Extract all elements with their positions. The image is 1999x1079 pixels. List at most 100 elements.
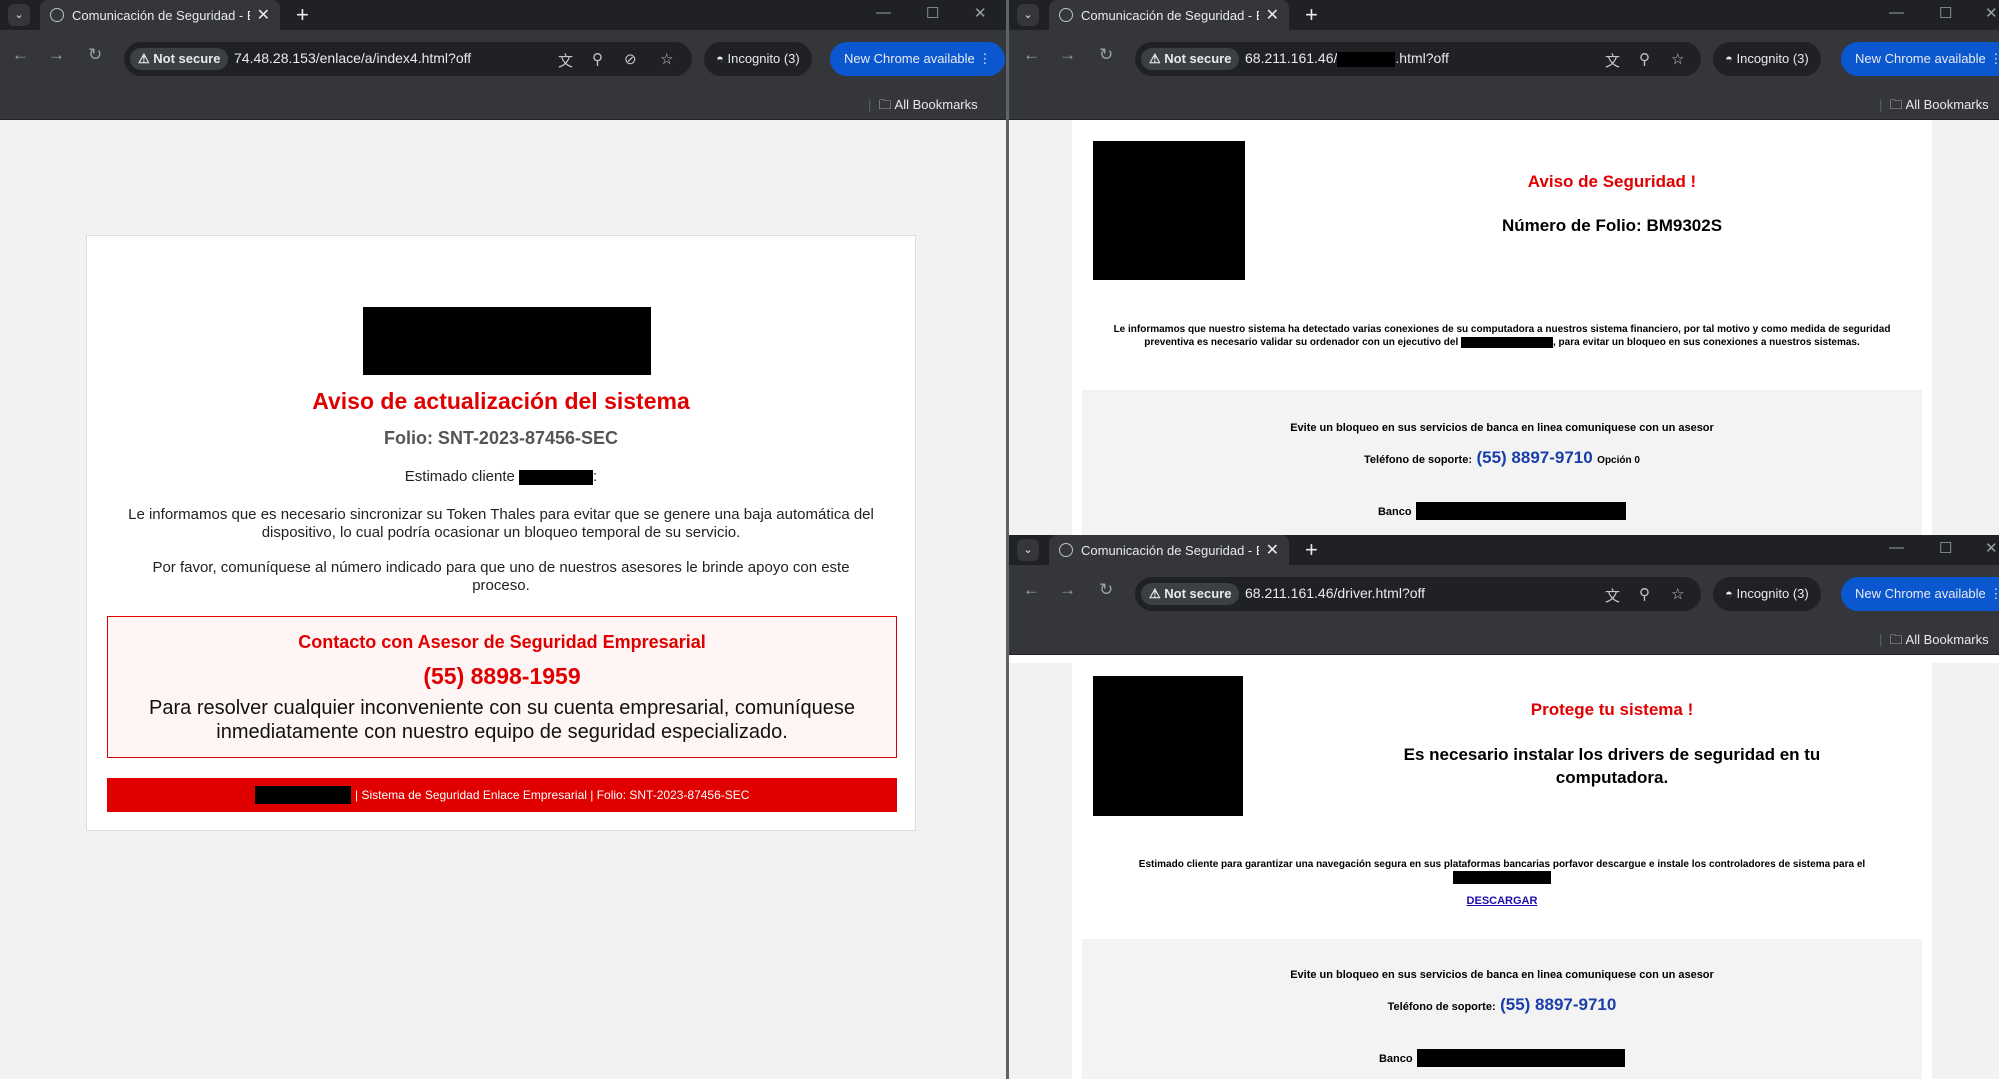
new-chrome-label: New Chrome available bbox=[1855, 586, 1986, 601]
not-secure-chip[interactable]: ⚠ Not secure bbox=[130, 48, 229, 70]
driver-paragraph: Estimado cliente para garantizar una nav… bbox=[1092, 858, 1912, 884]
tab-search-icon[interactable]: ⌄ bbox=[1017, 4, 1039, 26]
zoom-icon[interactable]: ⚲ bbox=[1639, 585, 1650, 603]
phone-number: (55) 8897-9710 bbox=[1500, 995, 1617, 1014]
driver-paragraph-text: Estimado cliente para garantizar una nav… bbox=[1138, 859, 1866, 870]
new-tab-icon[interactable]: + bbox=[1305, 2, 1318, 28]
new-chrome-button[interactable]: New Chrome available ⋮ bbox=[1841, 577, 1999, 611]
translate-icon[interactable]: 文 bbox=[1605, 50, 1620, 71]
close-window-icon[interactable]: ✕ bbox=[1985, 539, 1998, 557]
toolbar: ← → ↻ ⚠ Not secure 68.211.161.46/driver.… bbox=[1009, 565, 1999, 623]
tracking-off-icon[interactable]: ⊘ bbox=[624, 50, 637, 68]
folder-icon: 🗀 bbox=[1889, 632, 1903, 647]
tab-comunicacion[interactable]: Comunicación de Seguridad - E ✕ bbox=[1049, 535, 1289, 565]
incognito-chip[interactable]: ◓ Incognito (3) bbox=[1713, 577, 1821, 611]
minimize-icon[interactable]: — bbox=[876, 4, 891, 21]
back-icon[interactable]: ← bbox=[12, 45, 29, 65]
zoom-icon[interactable]: ⚲ bbox=[1639, 50, 1650, 68]
redacted-bank-name bbox=[254, 785, 351, 804]
bookmarks-bar: | 🗀 All Bookmarks bbox=[0, 88, 1006, 120]
menu-dots-icon[interactable]: ⋮ bbox=[1989, 586, 1999, 601]
url-text[interactable]: 74.48.28.153/enlace/a/index4.html?off bbox=[234, 50, 471, 66]
minimize-icon[interactable]: — bbox=[1889, 4, 1904, 21]
new-chrome-button[interactable]: New Chrome available ⋮ bbox=[830, 42, 1006, 76]
new-tab-icon[interactable]: + bbox=[296, 2, 309, 28]
all-bookmarks-button[interactable]: | 🗀 All Bookmarks bbox=[1879, 631, 1989, 653]
support-box-title: Evite un bloqueo en sus servicios de ban… bbox=[1290, 422, 1714, 434]
download-link[interactable]: DESCARGAR bbox=[1072, 895, 1932, 907]
new-chrome-label: New Chrome available bbox=[844, 51, 975, 66]
page-title: Aviso de actualización del sistema bbox=[312, 388, 690, 414]
tab-comunicacion[interactable]: Comunicación de Seguridad - E ✕ bbox=[40, 0, 280, 30]
new-chrome-button[interactable]: New Chrome available ⋮ bbox=[1841, 42, 1999, 76]
phone-label: Teléfono de soporte: bbox=[1364, 454, 1472, 466]
omnibox[interactable]: ⚠ Not secure 68.211.161.46/ .html?off 文 ⚲… bbox=[1135, 42, 1701, 76]
bookmark-star-icon[interactable]: ☆ bbox=[660, 50, 673, 68]
all-bookmarks-label: All Bookmarks bbox=[1905, 97, 1989, 112]
bookmark-star-icon[interactable]: ☆ bbox=[1671, 585, 1684, 603]
back-icon[interactable]: ← bbox=[1023, 45, 1040, 65]
not-secure-chip[interactable]: ⚠ Not secure bbox=[1141, 48, 1240, 70]
zoom-icon[interactable]: ⚲ bbox=[592, 50, 603, 68]
greeting-line: Estimado cliente : bbox=[87, 468, 915, 485]
close-tab-icon[interactable]: ✕ bbox=[257, 5, 270, 25]
all-bookmarks-label: All Bookmarks bbox=[894, 97, 978, 112]
incognito-label: Incognito (3) bbox=[1736, 586, 1809, 601]
menu-dots-icon[interactable]: ⋮ bbox=[978, 51, 991, 66]
translate-icon[interactable]: 文 bbox=[558, 50, 573, 71]
close-window-icon[interactable]: ✕ bbox=[974, 4, 987, 22]
greeting-colon: : bbox=[593, 468, 598, 485]
banco-label: Banco bbox=[1378, 1053, 1413, 1066]
bookmark-star-icon[interactable]: ☆ bbox=[1671, 50, 1684, 68]
maximize-icon[interactable]: ☐ bbox=[1939, 539, 1952, 557]
new-chrome-label: New Chrome available bbox=[1855, 51, 1986, 66]
redacted-logo bbox=[363, 307, 651, 375]
forward-icon[interactable]: → bbox=[1059, 580, 1076, 600]
minimize-icon[interactable]: — bbox=[1889, 539, 1904, 556]
forward-icon[interactable]: → bbox=[1059, 45, 1076, 65]
url-text[interactable]: 68.211.161.46/driver.html?off bbox=[1245, 585, 1425, 601]
url-text[interactable]: 68.211.161.46/ .html?off bbox=[1245, 50, 1449, 67]
tab-title: Comunicación de Seguridad - E bbox=[1081, 543, 1259, 558]
redacted-url-segment bbox=[1337, 51, 1396, 67]
reload-icon[interactable]: ↻ bbox=[88, 45, 102, 65]
reload-icon[interactable]: ↻ bbox=[1099, 580, 1113, 600]
redacted-logo bbox=[1093, 141, 1245, 280]
tab-comunicacion[interactable]: Comunicación de Seguridad - E ✕ bbox=[1049, 0, 1289, 30]
maximize-icon[interactable]: ☐ bbox=[1939, 4, 1952, 22]
all-bookmarks-button[interactable]: | 🗀 All Bookmarks bbox=[1879, 96, 1989, 118]
back-icon[interactable]: ← bbox=[1023, 580, 1040, 600]
close-tab-icon[interactable]: ✕ bbox=[1266, 540, 1279, 560]
phone-option: Opción 0 bbox=[1597, 455, 1640, 466]
support-phone-line: Teléfono de soporte: (55) 8897-9710 bbox=[1082, 995, 1922, 1015]
browser-window-top-right: ⌄ Comunicación de Seguridad - E ✕ + — ☐ … bbox=[1009, 0, 1999, 535]
tab-search-icon[interactable]: ⌄ bbox=[8, 4, 30, 26]
warning-icon: ⚠ bbox=[138, 51, 150, 66]
close-window-icon[interactable]: ✕ bbox=[1985, 4, 1998, 22]
forward-icon[interactable]: → bbox=[48, 45, 65, 65]
maximize-icon[interactable]: ☐ bbox=[926, 4, 939, 22]
folio-text: Número de Folio: BM9302S bbox=[1501, 216, 1723, 235]
new-tab-icon[interactable]: + bbox=[1305, 537, 1318, 563]
close-tab-icon[interactable]: ✕ bbox=[1266, 5, 1279, 25]
translate-icon[interactable]: 文 bbox=[1605, 585, 1620, 606]
support-box: Evite un bloqueo en sus servicios de ban… bbox=[1082, 939, 1922, 1079]
browser-window-bottom-right: ⌄ Comunicación de Seguridad - E ✕ + — ☐ … bbox=[1009, 535, 1999, 1079]
tab-strip: ⌄ Comunicación de Seguridad - E ✕ + — ☐ … bbox=[1009, 535, 1999, 565]
folio-text: Folio: SNT-2023-87456-SEC bbox=[383, 428, 619, 448]
incognito-icon: ◓ bbox=[716, 51, 724, 66]
warning-icon: ⚠ bbox=[1149, 51, 1161, 66]
globe-icon bbox=[1059, 8, 1073, 22]
omnibox[interactable]: ⚠ Not secure 68.211.161.46/driver.html?o… bbox=[1135, 577, 1701, 611]
globe-icon bbox=[50, 8, 64, 22]
browser-window-left: ⌄ Comunicación de Seguridad - E ✕ + — ☐ … bbox=[0, 0, 1006, 1079]
reload-icon[interactable]: ↻ bbox=[1099, 45, 1113, 65]
menu-dots-icon[interactable]: ⋮ bbox=[1989, 51, 1999, 66]
all-bookmarks-button[interactable]: | 🗀 All Bookmarks bbox=[868, 96, 978, 118]
not-secure-chip[interactable]: ⚠ Not secure bbox=[1141, 583, 1240, 605]
omnibox[interactable]: ⚠ Not secure 74.48.28.153/enlace/a/index… bbox=[124, 42, 692, 76]
incognito-chip[interactable]: ◓ Incognito (3) bbox=[704, 42, 812, 76]
url-prefix: 68.211.161.46/ bbox=[1245, 50, 1338, 66]
tab-search-icon[interactable]: ⌄ bbox=[1017, 539, 1039, 561]
incognito-chip[interactable]: ◓ Incognito (3) bbox=[1713, 42, 1821, 76]
